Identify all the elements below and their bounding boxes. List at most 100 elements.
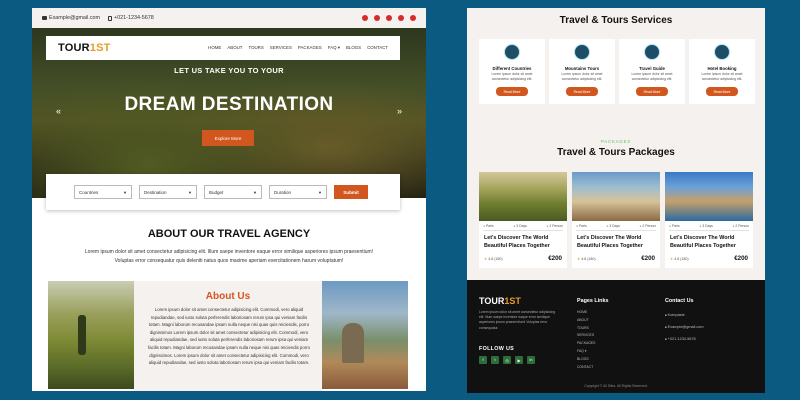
- about-section-title: ABOUT OUR TRAVEL AGENCY: [147, 228, 311, 240]
- linkedin-icon[interactable]: in: [527, 356, 535, 364]
- hero-subtitle: LET US TAKE YOU TO YOUR: [174, 66, 284, 75]
- footer-desc: Lorem ipsum dolor sit amet consectetur a…: [479, 310, 556, 330]
- package-rating: 4.8 (180): [670, 257, 688, 261]
- nav-packages[interactable]: PACKAGES: [298, 45, 322, 51]
- services-packages-preview: Travel & Tours Services Different Countr…: [467, 8, 765, 393]
- package-meta: Paris3 Days2 Person: [669, 224, 749, 228]
- coastal-garden-image: [322, 281, 408, 389]
- read-more-button[interactable]: Read More: [566, 87, 598, 96]
- package-image-coast: [572, 172, 660, 221]
- chevron-down-icon: ▼: [123, 189, 127, 195]
- package-card[interactable]: Paris3 Days2 Person Let's Discover The W…: [479, 172, 567, 268]
- pages-links-title: Pages Links: [577, 298, 609, 304]
- chevron-down-icon: ▼: [253, 189, 257, 195]
- package-footer: 4.8 (180) €200: [577, 255, 655, 262]
- package-price: €200: [734, 255, 748, 262]
- copyright: Copyright © All Sites. All Rights Reserv…: [584, 384, 648, 388]
- submit-button[interactable]: Submit: [334, 185, 368, 199]
- footer-link-services[interactable]: SERVICES: [577, 332, 595, 340]
- globe-icon: [504, 44, 520, 60]
- hero-title: DREAM DESTINATION: [124, 94, 334, 115]
- footer-link-tours[interactable]: TOURS: [577, 325, 595, 333]
- chevron-down-icon: ▼: [318, 189, 322, 195]
- package-footer: 4.8 (180) €200: [484, 255, 562, 262]
- divider: [483, 230, 563, 231]
- budget-select[interactable]: Budget ▼: [204, 185, 262, 199]
- main-navbar: TOUR1ST HOME ABOUT TOURS SERVICES PACKAG…: [46, 36, 400, 60]
- package-image-seaside-town: [665, 172, 753, 221]
- duration-select[interactable]: Duration ▼: [269, 185, 327, 199]
- phone-text[interactable]: +021-1234-5678: [665, 337, 696, 341]
- footer-link-about[interactable]: ABOUT: [577, 317, 595, 325]
- footer-link-contact[interactable]: CONTACT: [577, 364, 595, 372]
- nav-services[interactable]: SERVICES: [270, 45, 292, 51]
- package-title[interactable]: Let's Discover The World Beautiful Place…: [670, 234, 748, 250]
- package-title[interactable]: Let's Discover The World Beautiful Place…: [577, 234, 655, 250]
- footer-link-home[interactable]: HOME: [577, 309, 595, 317]
- email-text[interactable]: Example@gmail.com: [665, 325, 704, 329]
- nav-blogs[interactable]: BLOGS: [346, 45, 361, 51]
- packages-title: Travel & Tours Packages: [557, 147, 675, 158]
- divider: [669, 230, 749, 231]
- site-footer: TOUR1ST Lorem ipsum dolor sit amet conse…: [467, 280, 765, 393]
- countryside-image: [48, 281, 134, 389]
- package-price: €200: [641, 255, 655, 262]
- youtube-icon[interactable]: ▶: [515, 356, 523, 364]
- footer-social-links: f t ◎ ▶ in: [479, 356, 535, 364]
- countries-select[interactable]: Countries ▼: [74, 185, 132, 199]
- package-footer: 4.8 (180) €200: [670, 255, 748, 262]
- contact-us-title: Contact Us: [665, 298, 694, 304]
- snapchat-icon[interactable]: [374, 15, 380, 21]
- homepage-preview: Example@gmail.com +021-1234-5678 TOUR1ST…: [32, 8, 426, 391]
- twitter-icon[interactable]: t: [491, 356, 499, 364]
- package-image-countryside: [479, 172, 567, 221]
- service-card: Hotel Booking Lorem ipsum dolor sit amet…: [689, 39, 755, 104]
- phone-contact[interactable]: +021-1234-5678: [108, 15, 154, 21]
- nav-home[interactable]: HOME: [208, 45, 221, 51]
- footer-contact: Kompaste Example@gmail.com +021-1234-567…: [665, 309, 704, 345]
- read-more-button[interactable]: Read More: [636, 87, 668, 96]
- footer-link-faq[interactable]: FAQ ▾: [577, 348, 595, 356]
- divider: [576, 230, 656, 231]
- footer-logo[interactable]: TOUR1ST: [479, 296, 521, 306]
- service-card: Mountains Tours Lorem ipsum dolor sit am…: [549, 39, 615, 104]
- footer-link-packages[interactable]: PACKAGES: [577, 340, 595, 348]
- whatsapp-icon[interactable]: [386, 15, 392, 21]
- trip-search-bar: Countries ▼ Destination ▼ Budget ▼ Duration…: [46, 174, 400, 210]
- service-card: Travel Guide Lorem ipsum dolor sit amet …: [619, 39, 685, 104]
- nav-tours[interactable]: TOURS: [248, 45, 263, 51]
- facebook-icon[interactable]: [362, 15, 368, 21]
- nav-about[interactable]: ABOUT: [227, 45, 242, 51]
- instagram-icon[interactable]: [398, 15, 404, 21]
- read-more-button[interactable]: Read More: [496, 87, 528, 96]
- nav-menu: HOME ABOUT TOURS SERVICES PACKAGES FAQ ▾…: [208, 45, 388, 51]
- mail-icon: [42, 16, 47, 20]
- footer-link-blogs[interactable]: BLOGS: [577, 356, 595, 364]
- nav-contact[interactable]: CONTACT: [367, 45, 388, 51]
- destination-select[interactable]: Destination ▼: [139, 185, 197, 199]
- read-more-button[interactable]: Read More: [706, 87, 738, 96]
- youtube-icon[interactable]: [410, 15, 416, 21]
- carousel-prev-icon[interactable]: «: [56, 106, 61, 116]
- package-title[interactable]: Let's Discover The World Beautiful Place…: [484, 234, 562, 250]
- package-card[interactable]: Paris3 Days2 Person Let's Discover The W…: [665, 172, 753, 268]
- explore-more-button[interactable]: Explore More: [202, 130, 254, 146]
- phone-icon: [108, 15, 113, 21]
- email-contact[interactable]: Example@gmail.com: [42, 15, 100, 21]
- pages-links: HOME ABOUT TOURS SERVICES PACKAGES FAQ ▾…: [577, 309, 595, 371]
- package-meta: Paris3 Days2 Person: [576, 224, 656, 228]
- instagram-icon[interactable]: ◎: [503, 356, 511, 364]
- package-card[interactable]: Paris3 Days2 Person Let's Discover The W…: [572, 172, 660, 268]
- social-links: [362, 15, 416, 21]
- package-rating: 4.8 (180): [577, 257, 595, 261]
- nav-faq[interactable]: FAQ ▾: [328, 45, 340, 51]
- follow-us-label: FOLLOW US: [479, 346, 515, 352]
- facebook-icon[interactable]: f: [479, 356, 487, 364]
- site-logo[interactable]: TOUR1ST: [58, 42, 111, 54]
- package-price: €200: [548, 255, 562, 262]
- hotel-icon: [714, 44, 730, 60]
- bus-icon: [644, 44, 660, 60]
- top-contact-bar: Example@gmail.com +021-1234-5678: [32, 8, 426, 28]
- packages-kicker: PACKAGES: [600, 139, 632, 144]
- carousel-next-icon[interactable]: »: [397, 106, 402, 116]
